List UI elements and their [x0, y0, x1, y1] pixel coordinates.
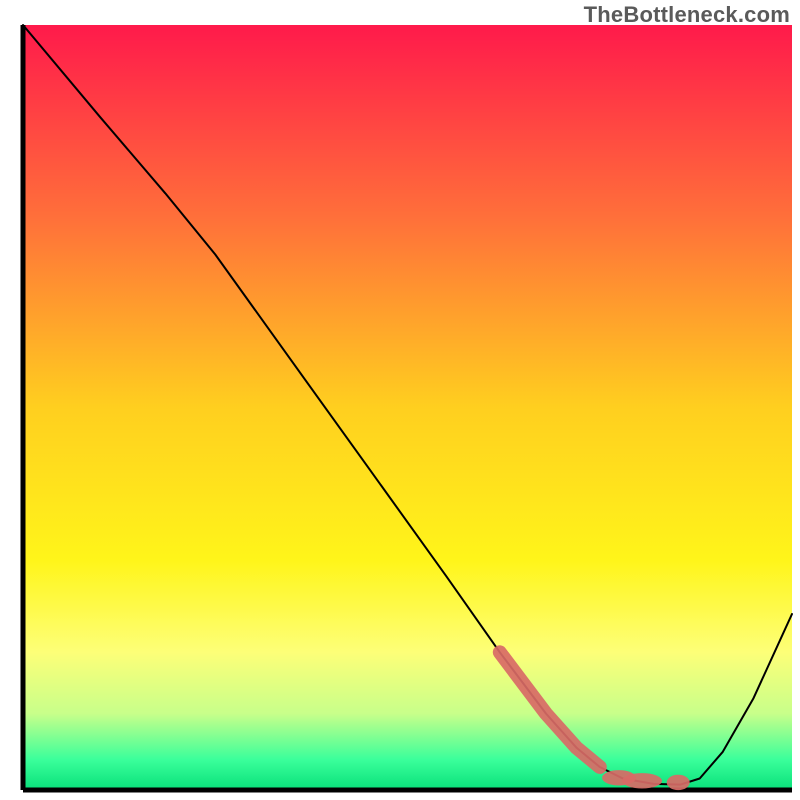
chart-container: TheBottleneck.com	[0, 0, 800, 800]
bottleneck-chart	[0, 0, 800, 800]
valley-marker-dot	[667, 775, 690, 790]
valley-marker-dot	[622, 773, 662, 788]
gradient-background	[23, 25, 792, 790]
